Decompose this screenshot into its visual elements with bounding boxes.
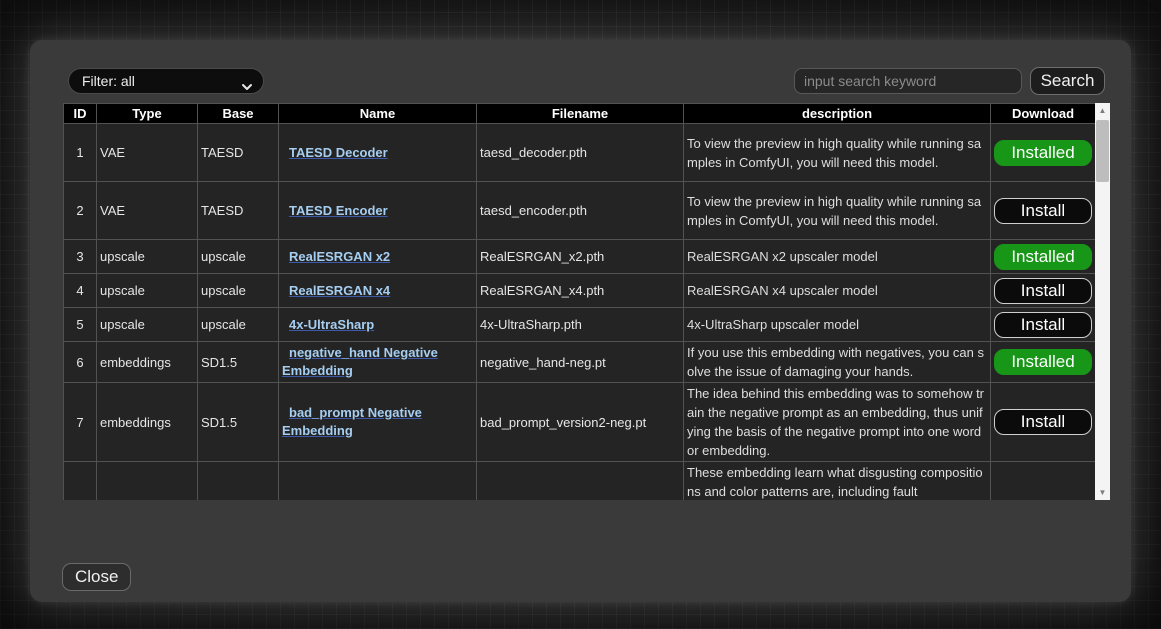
row-description-cell: To view the preview in high quality whil…: [684, 182, 991, 240]
row-name-cell: bad_prompt Negative Embedding: [279, 383, 477, 462]
scroll-up-icon[interactable]: ▲: [1095, 103, 1110, 118]
column-header-base: Base: [198, 104, 279, 124]
row-name-cell: TAESD Encoder: [279, 182, 477, 240]
row-id-cell: 3: [64, 240, 97, 274]
row-download-cell: Install: [991, 383, 1096, 462]
row-type-cell: upscale: [97, 240, 198, 274]
row-description-cell: 4x-UltraSharp upscaler model: [684, 308, 991, 342]
table-row: 7 embeddings SD1.5 bad_prompt Negative E…: [64, 383, 1096, 462]
table-row: 4 upscale upscale RealESRGAN x4 RealESRG…: [64, 274, 1096, 308]
table-row: 2 VAE TAESD TAESD Encoder taesd_encoder.…: [64, 182, 1096, 240]
row-download-cell: Install: [991, 182, 1096, 240]
models-table: ID Type Base Name Filename description D…: [63, 103, 1096, 500]
table-row: 5 upscale upscale 4x-UltraSharp 4x-Ultra…: [64, 308, 1096, 342]
row-type-cell: upscale: [97, 274, 198, 308]
row-id-cell: 6: [64, 342, 97, 383]
row-base-cell: SD1.5: [198, 342, 279, 383]
row-description-cell: RealESRGAN x2 upscaler model: [684, 240, 991, 274]
row-download-cell: Installed: [991, 342, 1096, 383]
row-download-cell: Installed: [991, 124, 1096, 182]
download-button[interactable]: Installed: [994, 140, 1092, 166]
row-base-cell: [198, 462, 279, 501]
model-name-link[interactable]: bad_prompt Negative Embedding: [282, 404, 473, 440]
row-name-cell: 4x-UltraSharp: [279, 308, 477, 342]
model-name-link[interactable]: RealESRGAN x4: [282, 282, 473, 300]
column-header-type: Type: [97, 104, 198, 124]
model-name-link[interactable]: TAESD Encoder: [282, 202, 473, 220]
row-base-cell: SD1.5: [198, 383, 279, 462]
row-download-cell: Install: [991, 274, 1096, 308]
table-row: 1 VAE TAESD TAESD Decoder taesd_decoder.…: [64, 124, 1096, 182]
row-id-cell: 4: [64, 274, 97, 308]
row-id-cell: 1: [64, 124, 97, 182]
column-header-download: Download: [991, 104, 1096, 124]
row-base-cell: TAESD: [198, 182, 279, 240]
row-description-cell: RealESRGAN x4 upscaler model: [684, 274, 991, 308]
download-button[interactable]: Install: [994, 278, 1092, 304]
row-filename-cell: 4x-UltraSharp.pth: [477, 308, 684, 342]
filter-dropdown[interactable]: Filter: all: [68, 68, 264, 94]
column-header-name: Name: [279, 104, 477, 124]
row-name-cell: RealESRGAN x2: [279, 240, 477, 274]
model-name-link[interactable]: RealESRGAN x2: [282, 248, 473, 266]
row-filename-cell: taesd_encoder.pth: [477, 182, 684, 240]
row-filename-cell: negative_hand-neg.pt: [477, 342, 684, 383]
row-description-cell: These embedding learn what disgusting co…: [684, 462, 991, 501]
close-button[interactable]: Close: [62, 563, 131, 591]
row-id-cell: [64, 462, 97, 501]
row-id-cell: 7: [64, 383, 97, 462]
row-type-cell: upscale: [97, 308, 198, 342]
model-manager-dialog: Filter: all Search ID Type Base Name Fil…: [30, 40, 1131, 602]
search-button[interactable]: Search: [1030, 67, 1105, 95]
table-header-row: ID Type Base Name Filename description D…: [64, 104, 1096, 124]
row-id-cell: 5: [64, 308, 97, 342]
row-base-cell: upscale: [198, 240, 279, 274]
row-download-cell: [991, 462, 1096, 501]
row-filename-cell: [477, 462, 684, 501]
model-name-link[interactable]: negative_hand Negative Embedding: [282, 344, 473, 380]
row-filename-cell: RealESRGAN_x2.pth: [477, 240, 684, 274]
download-button[interactable]: Installed: [994, 349, 1092, 375]
row-name-cell: RealESRGAN x4: [279, 274, 477, 308]
row-description-cell: If you use this embedding with negatives…: [684, 342, 991, 383]
download-button[interactable]: Install: [994, 198, 1092, 224]
row-type-cell: [97, 462, 198, 501]
table-row: 3 upscale upscale RealESRGAN x2 RealESRG…: [64, 240, 1096, 274]
model-name-link[interactable]: 4x-UltraSharp: [282, 316, 473, 334]
download-button[interactable]: Install: [994, 409, 1092, 435]
table-row: These embedding learn what disgusting co…: [64, 462, 1096, 501]
download-button[interactable]: Install: [994, 312, 1092, 338]
row-download-cell: Installed: [991, 240, 1096, 274]
filter-dropdown-label: Filter: all: [82, 73, 135, 89]
row-type-cell: VAE: [97, 124, 198, 182]
row-filename-cell: bad_prompt_version2-neg.pt: [477, 383, 684, 462]
table-scrollbar[interactable]: ▲ ▼: [1095, 103, 1110, 500]
row-type-cell: embeddings: [97, 383, 198, 462]
row-type-cell: VAE: [97, 182, 198, 240]
row-name-cell: negative_hand Negative Embedding: [279, 342, 477, 383]
chevron-down-icon: [241, 76, 253, 88]
row-name-cell: [279, 462, 477, 501]
row-description-cell: To view the preview in high quality whil…: [684, 124, 991, 182]
row-base-cell: upscale: [198, 308, 279, 342]
row-type-cell: embeddings: [97, 342, 198, 383]
column-header-description: description: [684, 104, 991, 124]
search-input[interactable]: [794, 68, 1022, 94]
row-base-cell: TAESD: [198, 124, 279, 182]
row-download-cell: Install: [991, 308, 1096, 342]
column-header-id: ID: [64, 104, 97, 124]
row-base-cell: upscale: [198, 274, 279, 308]
scrollbar-thumb[interactable]: [1096, 120, 1109, 182]
download-button[interactable]: Installed: [994, 244, 1092, 270]
model-name-link[interactable]: TAESD Decoder: [282, 144, 473, 162]
scroll-down-icon[interactable]: ▼: [1095, 485, 1110, 500]
table-row: 6 embeddings SD1.5 negative_hand Negativ…: [64, 342, 1096, 383]
row-filename-cell: taesd_decoder.pth: [477, 124, 684, 182]
row-filename-cell: RealESRGAN_x4.pth: [477, 274, 684, 308]
row-description-cell: The idea behind this embedding was to so…: [684, 383, 991, 462]
model-table-container: ID Type Base Name Filename description D…: [63, 103, 1110, 500]
row-name-cell: TAESD Decoder: [279, 124, 477, 182]
column-header-filename: Filename: [477, 104, 684, 124]
row-id-cell: 2: [64, 182, 97, 240]
